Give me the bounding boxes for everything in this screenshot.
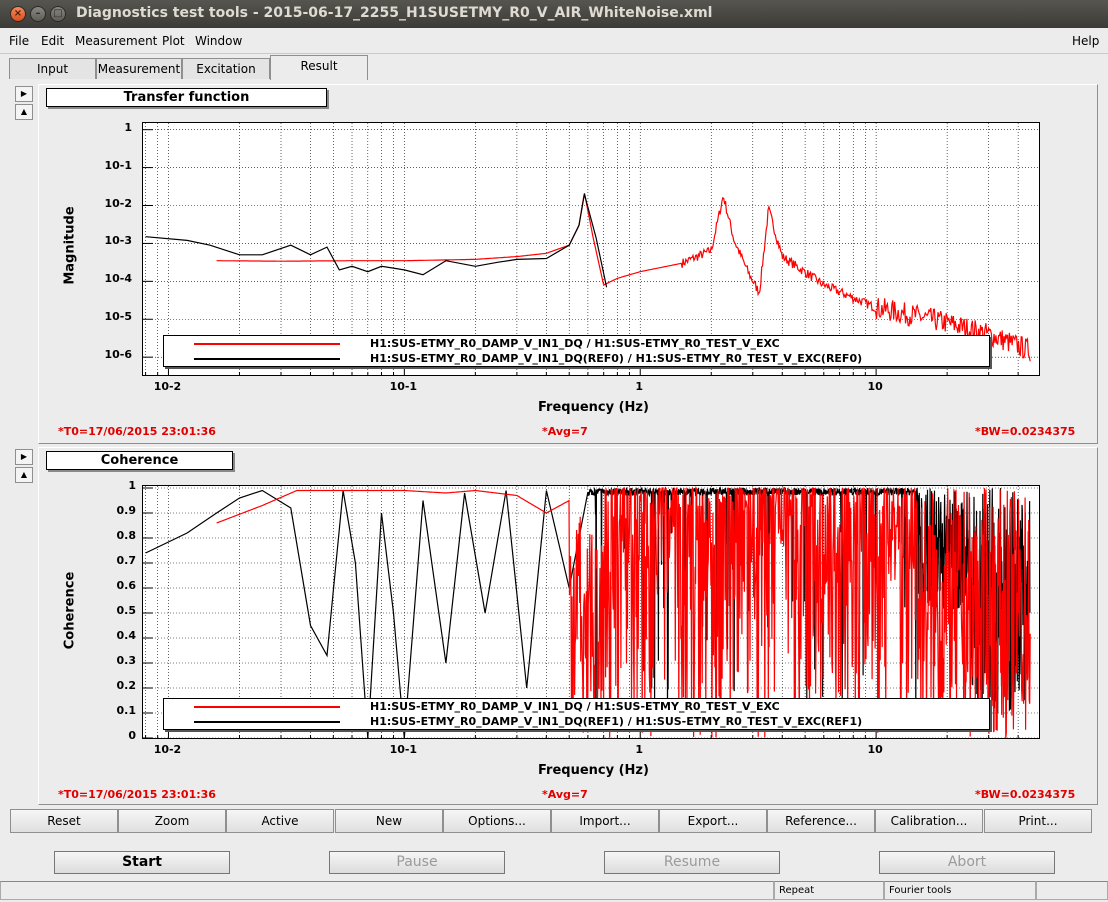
expand-arrow-icon[interactable]: ▶ [15, 449, 33, 465]
reference-series-line [145, 193, 608, 288]
x-tick-label: 1 [635, 743, 644, 756]
abort-button[interactable]: Abort [879, 851, 1055, 874]
menu-help[interactable]: Help [1072, 34, 1099, 48]
y-tick-label: 0 [128, 729, 136, 742]
t0-stat: *T0=17/06/2015 23:01:36 [58, 425, 216, 438]
active-button[interactable]: Active [226, 809, 334, 833]
y-axis-label: Coherence [62, 571, 78, 650]
new-button[interactable]: New [335, 809, 443, 833]
collapse-arrow-icon[interactable]: ▲ [15, 104, 33, 120]
x-tick-label: 10-2 [153, 380, 182, 393]
y-tick-label: 10-6 [104, 348, 132, 362]
menu-file[interactable]: File [9, 34, 29, 48]
y-tick-label: 0.3 [116, 654, 137, 667]
x-axis-label: Frequency (Hz) [538, 763, 649, 778]
avg-stat: *Avg=7 [542, 425, 588, 438]
status-bar: Repeat Fourier tools [0, 880, 1108, 902]
legend-text: H1:SUS-ETMY_R0_DAMP_V_IN1_DQ(REF1) / H1:… [370, 715, 863, 728]
y-tick-label: 0.4 [116, 629, 137, 642]
x-tick-label: 10 [867, 380, 883, 393]
x-tick-label: 1 [635, 380, 644, 393]
avg-stat: *Avg=7 [542, 788, 588, 801]
y-tick-label: 10-2 [104, 196, 132, 210]
plot-title: Coherence [46, 451, 233, 470]
y-tick-label: 10-4 [104, 272, 132, 286]
y-tick-label: 0.8 [116, 529, 137, 542]
y-tick-label: 0.9 [116, 504, 137, 517]
plot-title: Transfer function [46, 88, 327, 107]
options-button[interactable]: Options... [443, 809, 551, 833]
y-tick-label: 1 [128, 479, 136, 492]
legend-entry: H1:SUS-ETMY_R0_DAMP_V_IN1_DQ / H1:SUS-ET… [164, 699, 989, 715]
legend-text: H1:SUS-ETMY_R0_DAMP_V_IN1_DQ / H1:SUS-ET… [370, 700, 780, 713]
x-axis-label: Frequency (Hz) [538, 400, 649, 415]
status-extra [1036, 881, 1108, 900]
resume-button[interactable]: Resume [604, 851, 780, 874]
bw-stat: *BW=0.0234375 [975, 788, 1076, 801]
reference-button[interactable]: Reference... [767, 809, 875, 833]
x-tick-label: 10-1 [389, 743, 418, 756]
menu-edit[interactable]: Edit [41, 34, 64, 48]
menu-plot[interactable]: Plot [162, 34, 185, 48]
y-tick-label: 10-1 [104, 158, 132, 172]
calibration-button[interactable]: Calibration... [875, 809, 983, 833]
y-tick-label: 10-3 [104, 234, 132, 248]
close-window-icon[interactable]: × [10, 6, 26, 22]
tab-row: Input Measurement Excitation Result [0, 54, 1108, 80]
y-tick-label: 10-5 [104, 310, 132, 324]
menu-window[interactable]: Window [195, 34, 242, 48]
legend-swatch-red [194, 343, 340, 345]
maximize-window-icon[interactable]: □ [50, 6, 66, 22]
legend-text: H1:SUS-ETMY_R0_DAMP_V_IN1_DQ / H1:SUS-ET… [370, 337, 780, 350]
legend-swatch-black [194, 358, 340, 360]
y-axis-label: Magnitude [62, 206, 78, 285]
import-button[interactable]: Import... [551, 809, 659, 833]
tab-result[interactable]: Result [270, 55, 368, 80]
minimize-window-icon[interactable]: – [30, 6, 46, 22]
legend-text: H1:SUS-ETMY_R0_DAMP_V_IN1_DQ(REF0) / H1:… [370, 352, 863, 365]
window-title: Diagnostics test tools - 2015-06-17_2255… [76, 5, 713, 21]
start-button[interactable]: Start [54, 851, 230, 874]
window-titlebar: × – □ Diagnostics test tools - 2015-06-1… [0, 0, 1108, 28]
y-tick-label: 0.7 [116, 554, 137, 567]
legend-entry: H1:SUS-ETMY_R0_DAMP_V_IN1_DQ(REF0) / H1:… [164, 351, 989, 367]
y-tick-label: 0.6 [116, 579, 137, 592]
status-tool: Fourier tools [884, 881, 1036, 900]
legend-entry: H1:SUS-ETMY_R0_DAMP_V_IN1_DQ / H1:SUS-ET… [164, 336, 989, 352]
expand-arrow-icon[interactable]: ▶ [15, 86, 33, 102]
pause-button[interactable]: Pause [329, 851, 505, 874]
tab-excitation[interactable]: Excitation [182, 58, 270, 79]
bw-stat: *BW=0.0234375 [975, 425, 1076, 438]
t0-stat: *T0=17/06/2015 23:01:36 [58, 788, 216, 801]
legend: H1:SUS-ETMY_R0_DAMP_V_IN1_DQ / H1:SUS-ET… [163, 698, 990, 730]
x-tick-label: 10 [867, 743, 883, 756]
zoom-button[interactable]: Zoom [118, 809, 226, 833]
y-tick-label: 0.1 [116, 704, 137, 717]
tab-measurement[interactable]: Measurement [96, 58, 182, 79]
legend-swatch-red [194, 706, 340, 708]
x-tick-label: 10-1 [389, 380, 418, 393]
menu-measurement[interactable]: Measurement [75, 34, 157, 48]
y-tick-label: 0.5 [116, 604, 137, 617]
y-tick-label: 1 [124, 120, 132, 134]
collapse-arrow-icon[interactable]: ▲ [15, 467, 33, 483]
reset-button[interactable]: Reset [10, 809, 118, 833]
menu-bar: File Edit Measurement Plot Window Help [0, 28, 1108, 54]
status-message [0, 881, 774, 900]
legend-swatch-black [194, 721, 340, 723]
status-mode: Repeat [774, 881, 884, 900]
print-button[interactable]: Print... [984, 809, 1092, 833]
export-button[interactable]: Export... [659, 809, 767, 833]
legend-entry: H1:SUS-ETMY_R0_DAMP_V_IN1_DQ(REF1) / H1:… [164, 714, 989, 730]
legend: H1:SUS-ETMY_R0_DAMP_V_IN1_DQ / H1:SUS-ET… [163, 335, 990, 367]
y-tick-label: 0.2 [116, 679, 137, 692]
plot-button-row: Reset Zoom Active New Options... Import.… [10, 809, 1096, 833]
tab-input[interactable]: Input [9, 58, 96, 79]
x-tick-label: 10-2 [153, 743, 182, 756]
